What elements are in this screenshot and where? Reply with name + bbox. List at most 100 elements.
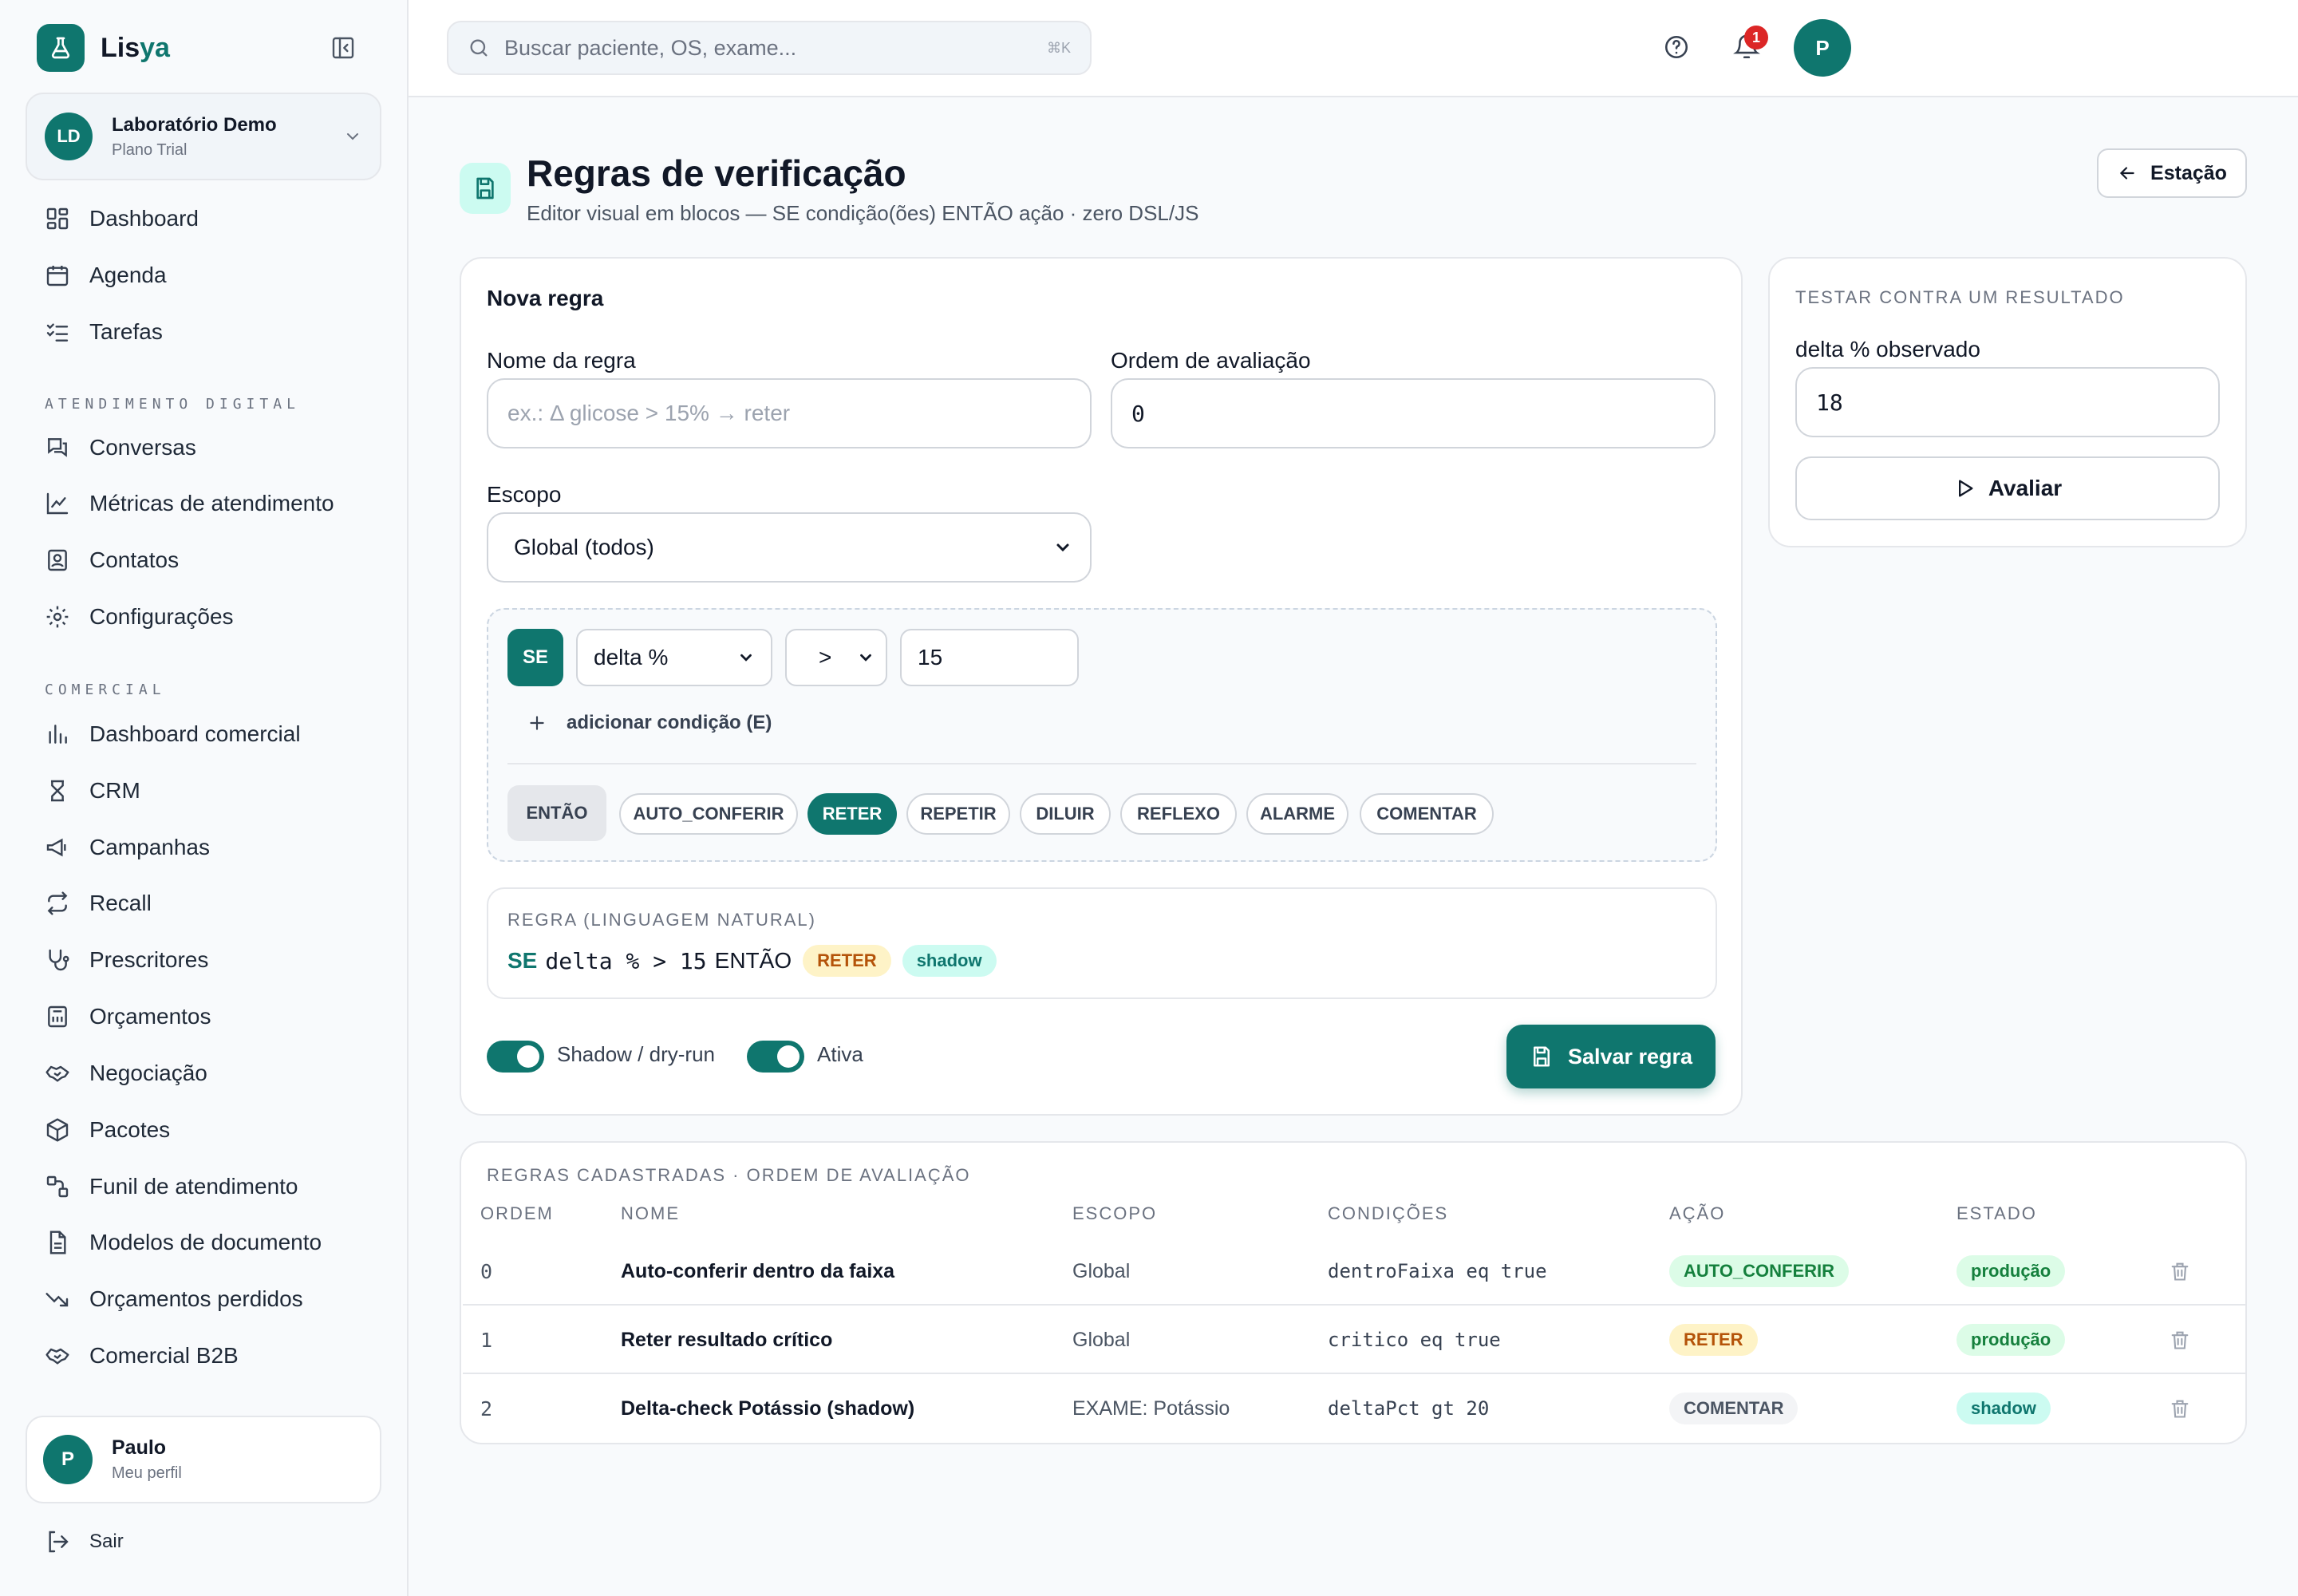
play-icon (1958, 480, 1973, 497)
order-input[interactable]: 0 (1111, 378, 1716, 448)
package-icon (46, 1118, 69, 1142)
delta-input[interactable]: 18 (1795, 367, 2220, 437)
action-repetir[interactable]: REPETIR (906, 793, 1010, 835)
arrow-left-icon (2119, 167, 2134, 180)
plus-icon (530, 716, 544, 730)
entao-badge: ENTÃO (507, 785, 606, 841)
shadow-toggle[interactable] (487, 1041, 544, 1073)
handshake-icon (45, 1348, 69, 1365)
scope-select[interactable]: Global (todos) (487, 512, 1092, 583)
active-toggle[interactable] (747, 1041, 804, 1073)
avaliar-button[interactable]: Avaliar (1795, 456, 2220, 520)
nav-orcamentos-perdidos[interactable]: Orçamentos perdidos (45, 1286, 303, 1312)
search-placeholder: Buscar paciente, OS, exame... (504, 35, 797, 60)
topbar: Buscar paciente, OS, exame... ⌘K (409, 0, 2298, 97)
org-avatar: LD (45, 113, 93, 160)
nav-recall[interactable]: Recall (45, 891, 152, 916)
trash-icon[interactable] (2169, 1374, 2191, 1443)
gear-icon (46, 606, 69, 628)
nav-contatos[interactable]: Contatos (45, 547, 179, 573)
trending-down-icon (45, 1293, 69, 1307)
back-button[interactable]: Estação (2097, 148, 2247, 198)
chevron-down-icon (347, 133, 358, 140)
search-shortcut: ⌘K (1046, 39, 1071, 56)
page-title: Regras de verificação (527, 152, 906, 194)
trash-icon[interactable] (2169, 1306, 2191, 1374)
org-switcher[interactable]: LD Laboratório Demo Plano Trial (26, 93, 381, 180)
rule-name-input[interactable]: ex.: Δ glicose > 15% → reter (487, 378, 1092, 448)
chevron-down-icon (860, 654, 871, 662)
nav-crm[interactable]: CRM (45, 778, 140, 804)
brand[interactable]: Lisya (37, 24, 170, 72)
top-avatar[interactable]: P (1794, 19, 1851, 77)
active-label: Ativa (817, 1042, 863, 1066)
logout-icon (49, 1531, 69, 1553)
condition-field-select[interactable]: delta % (576, 629, 772, 686)
rule-name-label: Nome da regra (487, 348, 636, 373)
nav-campanhas[interactable]: Campanhas (45, 835, 210, 860)
nav-negociacao[interactable]: Negociação (45, 1061, 207, 1086)
condition-value-input[interactable]: 15 (900, 629, 1079, 686)
action-badge: RETER (1669, 1324, 1758, 1356)
table-row[interactable]: 0 Auto-conferir dentro da faixa Global d… (463, 1237, 2245, 1306)
th-escopo: ESCOPO (1072, 1203, 1158, 1223)
action-reflexo[interactable]: REFLEXO (1120, 793, 1237, 835)
nav-agenda[interactable]: Agenda (45, 263, 167, 288)
action-reter[interactable]: RETER (807, 793, 897, 835)
checklist-icon (46, 323, 69, 342)
nav-dashboard-comercial[interactable]: Dashboard comercial (45, 721, 301, 747)
nav-dashboard[interactable]: Dashboard (45, 206, 199, 231)
collapse-sidebar-icon[interactable] (330, 35, 356, 61)
state-badge: produção (1956, 1255, 2066, 1287)
nl-expression: delta % > 15 (545, 947, 707, 974)
natural-language-preview: REGRA (LINGUAGEM NATURAL) SE delta % > 1… (487, 887, 1717, 999)
add-condition-button[interactable]: adicionar condição (E) (527, 712, 772, 734)
flask-icon (37, 24, 85, 72)
state-badge: produção (1956, 1324, 2066, 1356)
org-plan: Plano Trial (112, 140, 188, 159)
save-rule-button[interactable]: Salvar regra (1506, 1025, 1716, 1088)
contact-icon (48, 549, 67, 571)
test-title: TESTAR CONTRA UM RESULTADO (1795, 287, 2125, 307)
nav-funil[interactable]: Funil de atendimento (45, 1174, 298, 1199)
trash-icon[interactable] (2169, 1237, 2191, 1306)
action-auto-conferir[interactable]: AUTO_CONFERIR (619, 793, 798, 835)
notification-badge: 1 (1744, 26, 1768, 49)
nl-se: SE (507, 948, 538, 973)
th-ordem: ORDEM (480, 1203, 554, 1223)
nav-tarefas[interactable]: Tarefas (45, 319, 163, 345)
th-estado: ESTADO (1956, 1203, 2037, 1223)
action-badge: COMENTAR (1669, 1393, 1799, 1424)
search-input[interactable]: Buscar paciente, OS, exame... ⌘K (447, 21, 1092, 75)
nav-orcamentos[interactable]: Orçamentos (45, 1004, 211, 1029)
brand-name: Lisya (101, 32, 170, 63)
action-alarme[interactable]: ALARME (1246, 793, 1348, 835)
table-row[interactable]: 2 Delta-check Potássio (shadow) EXAME: P… (463, 1374, 2245, 1443)
handshake-icon (45, 1065, 69, 1082)
order-label: Ordem de avaliação (1111, 348, 1311, 373)
nav-conversas[interactable]: Conversas (45, 435, 196, 460)
nav-comercial-b2b[interactable]: Comercial B2B (45, 1343, 239, 1369)
nav-prescritores[interactable]: Prescritores (45, 947, 208, 973)
nav-modelos[interactable]: Modelos de documento (45, 1230, 322, 1255)
nav-pacotes[interactable]: Pacotes (45, 1117, 170, 1143)
action-diluir[interactable]: DILUIR (1020, 793, 1111, 835)
nav-metricas[interactable]: Métricas de atendimento (45, 491, 334, 516)
nl-label: REGRA (LINGUAGEM NATURAL) (507, 910, 816, 930)
help-icon[interactable] (1663, 34, 1690, 61)
logout-button[interactable]: Sair (45, 1529, 124, 1555)
table-title: REGRAS CADASTRADAS · ORDEM DE AVALIAÇÃO (487, 1165, 971, 1185)
state-badge: shadow (1956, 1393, 2051, 1424)
action-comentar[interactable]: COMENTAR (1360, 793, 1494, 835)
section-comercial: COMERCIAL (45, 681, 166, 698)
user-profile[interactable]: P Paulo Meu perfil (26, 1416, 381, 1503)
user-avatar: P (43, 1435, 93, 1484)
condition-operator-select[interactable]: > (785, 629, 887, 686)
chat-icon (48, 438, 67, 457)
table-row[interactable]: 1 Reter resultado crítico Global critico… (463, 1306, 2245, 1374)
hourglass-icon (51, 780, 64, 802)
th-condicoes: CONDIÇÕES (1328, 1203, 1449, 1223)
se-badge: SE (507, 629, 563, 686)
nav-configuracoes[interactable]: Configurações (45, 604, 234, 630)
calculator-icon (48, 1005, 67, 1028)
